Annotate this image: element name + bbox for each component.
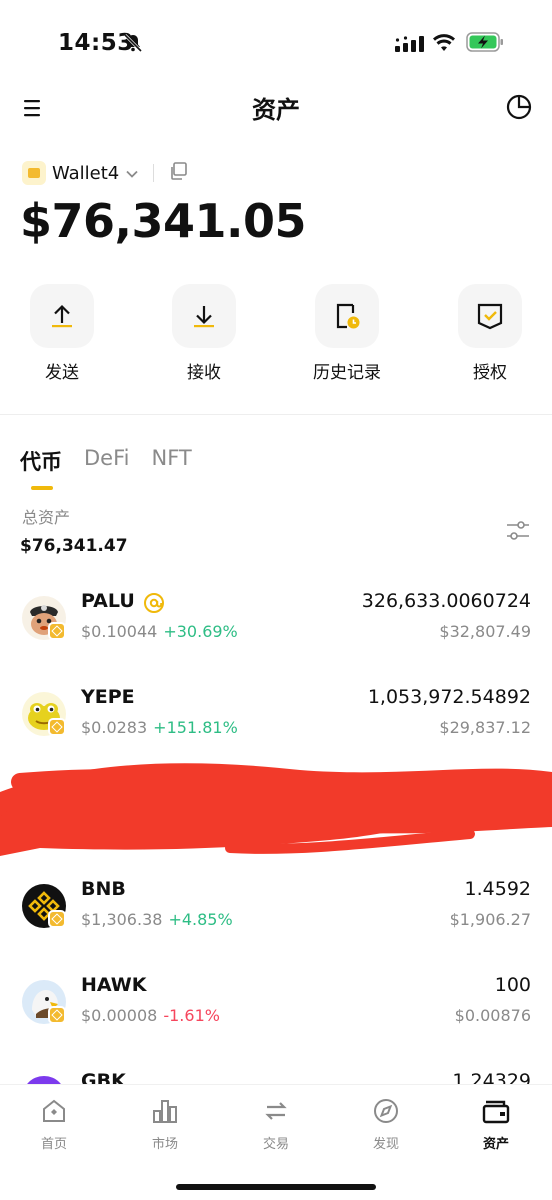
send-up-arrow-icon <box>30 284 94 348</box>
total-assets-label: 总资产 <box>22 508 71 527</box>
bnb-chain-badge-icon <box>48 910 66 928</box>
bell-muted-icon <box>122 32 144 58</box>
tab-defi[interactable]: DeFi <box>84 446 129 492</box>
token-row-palu[interactable]: PALU $0.10044 +30.69% 326,633.0060724 $32… <box>0 588 552 660</box>
nav-market-label: 市场 <box>151 1137 178 1152</box>
token-amount: 1,053,972.54892 <box>367 686 531 708</box>
status-bar: 14:53 <box>0 0 552 84</box>
token-change: +30.69% <box>163 622 238 641</box>
token-symbol: HAWK <box>81 974 147 996</box>
token-price-line: $0.0283 +151.81% <box>81 718 238 737</box>
nav-market[interactable]: 市场 <box>125 1097 205 1152</box>
total-assets-value: $76,341.47 <box>20 536 128 556</box>
token-value: $0.00876 <box>454 1006 531 1025</box>
nav-assets-label: 资产 <box>482 1137 509 1152</box>
bnb-chain-badge-icon <box>48 622 66 640</box>
swap-arrows-icon <box>265 1102 287 1120</box>
quick-actions: 发送 接收 历史记录 授权 <box>0 284 552 384</box>
cell-signal-icon <box>395 36 425 56</box>
compass-icon <box>374 1099 398 1123</box>
token-amount: 326,633.0060724 <box>361 590 531 612</box>
market-bars-icon <box>153 1100 177 1123</box>
token-symbol: BNB <box>81 878 126 900</box>
receive-label: 接收 <box>187 363 221 383</box>
token-change: -1.61% <box>163 1006 220 1025</box>
tab-active-indicator <box>31 486 53 490</box>
nav-discover[interactable]: 发现 <box>346 1097 426 1152</box>
wallet-icon <box>482 1100 510 1124</box>
token-price: $1,306.38 <box>81 910 163 929</box>
wallet-balance: $76,341.05 <box>20 194 307 248</box>
copy-icon[interactable] <box>168 161 188 185</box>
home-icon <box>43 1099 65 1122</box>
battery-charging-icon <box>466 32 504 56</box>
receive-button[interactable]: 接收 <box>154 284 254 383</box>
at-mention-icon <box>143 592 165 618</box>
wallet-badge-icon <box>22 161 46 185</box>
token-change: +151.81% <box>153 718 238 737</box>
wifi-icon <box>432 33 456 57</box>
token-value: $32,807.49 <box>439 622 531 641</box>
receive-down-arrow-icon <box>172 284 236 348</box>
token-row-bnb[interactable]: BNB $1,306.38 +4.85% 1.4592 $1,906.27 <box>0 876 552 948</box>
filter-sliders-icon[interactable] <box>505 519 531 547</box>
authorize-shield-icon <box>458 284 522 348</box>
wallet-name: Wallet4 <box>52 162 120 184</box>
history-button[interactable]: 历史记录 <box>297 284 397 383</box>
send-button[interactable]: 发送 <box>12 284 112 383</box>
bnb-chain-badge-icon <box>48 1006 66 1024</box>
token-symbol: PALU <box>81 590 135 612</box>
bottom-nav: 首页 市场 交易 发现 资产 <box>0 1084 552 1200</box>
token-price: $0.10044 <box>81 622 158 641</box>
token-price: $0.0283 <box>81 718 148 737</box>
authorize-button[interactable]: 授权 <box>440 284 540 383</box>
token-price-line: $0.00008 -1.61% <box>81 1006 220 1025</box>
token-price: $0.00008 <box>81 1006 158 1025</box>
page-title: 资产 <box>252 96 300 124</box>
token-value: $29,837.12 <box>439 718 531 737</box>
section-divider <box>0 414 552 415</box>
nav-home-label: 首页 <box>40 1137 67 1152</box>
redaction-scribble <box>0 752 552 862</box>
pie-chart-icon[interactable] <box>506 94 532 124</box>
nav-trade[interactable]: 交易 <box>236 1097 316 1152</box>
token-change: +4.85% <box>168 910 233 929</box>
divider <box>153 164 155 182</box>
bnb-chain-badge-icon <box>48 718 66 736</box>
nav-assets[interactable]: 资产 <box>456 1097 536 1152</box>
nav-home[interactable]: 首页 <box>14 1097 94 1152</box>
history-clock-icon <box>315 284 379 348</box>
token-symbol: YEPE <box>81 686 135 708</box>
wallet-selector[interactable]: Wallet4 <box>22 160 188 186</box>
header: 资产 <box>0 84 552 132</box>
nav-discover-label: 发现 <box>372 1137 399 1152</box>
nav-trade-label: 交易 <box>262 1137 289 1152</box>
send-label: 发送 <box>45 363 79 383</box>
token-row-yepe[interactable]: YEPE $0.0283 +151.81% 1,053,972.54892 $29… <box>0 684 552 756</box>
token-amount: 100 <box>494 974 531 996</box>
token-row-hawk[interactable]: HAWK $0.00008 -1.61% 100 $0.00876 <box>0 972 552 1044</box>
home-indicator <box>176 1184 376 1190</box>
tab-nft[interactable]: NFT <box>151 446 191 492</box>
chevron-down-icon <box>125 164 139 183</box>
token-price-line: $0.10044 +30.69% <box>81 622 238 641</box>
asset-tabs: 代币 DeFi NFT <box>20 446 214 492</box>
authorize-label: 授权 <box>473 363 507 383</box>
history-label: 历史记录 <box>313 363 381 383</box>
token-amount: 1.4592 <box>464 878 531 900</box>
token-price-line: $1,306.38 +4.85% <box>81 910 233 929</box>
token-value: $1,906.27 <box>449 910 531 929</box>
